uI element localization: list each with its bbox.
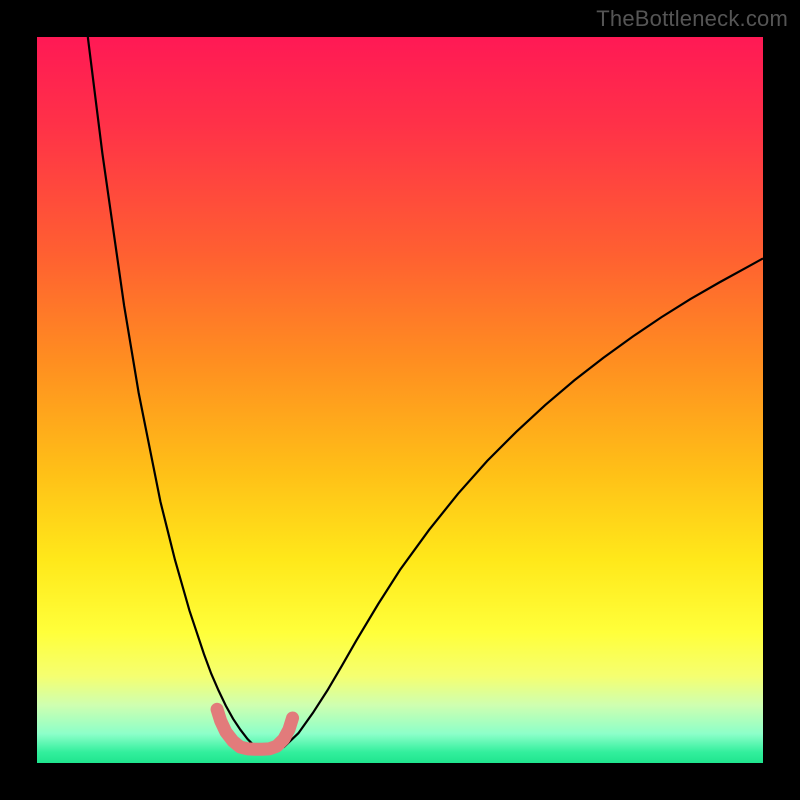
plot-area <box>37 37 763 763</box>
chart-svg <box>37 37 763 763</box>
chart-background <box>37 37 763 763</box>
chart-frame: TheBottleneck.com <box>0 0 800 800</box>
watermark-label: TheBottleneck.com <box>596 6 788 32</box>
